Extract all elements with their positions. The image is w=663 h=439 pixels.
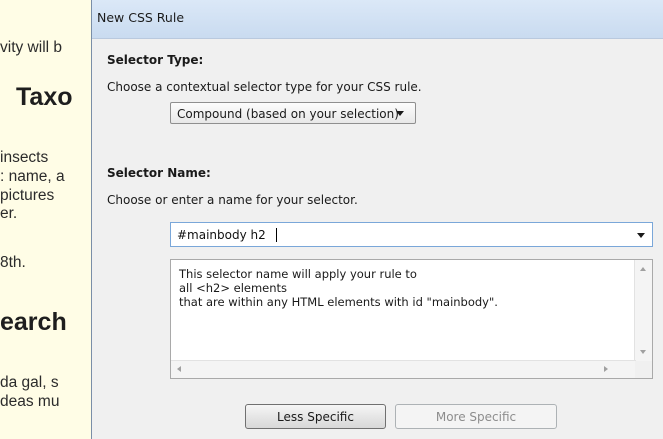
- dialog-titlebar[interactable]: New CSS Rule: [92, 0, 663, 39]
- background-page: vity will b Taxo insects : name, a pictu…: [0, 0, 92, 439]
- selector-name-description: Choose or enter a name for your selector…: [107, 193, 358, 207]
- new-css-rule-dialog: New CSS Rule Selector Type: Choose a con…: [91, 0, 663, 439]
- selector-type-value: Compound (based on your selection): [177, 107, 399, 121]
- scroll-down-arrow-icon[interactable]: [640, 350, 646, 354]
- selector-type-dropdown[interactable]: Compound (based on your selection): [170, 102, 416, 124]
- explanation-line: that are within any HTML elements with i…: [179, 295, 498, 309]
- horizontal-scrollbar[interactable]: [171, 360, 636, 378]
- dialog-title: New CSS Rule: [97, 10, 185, 25]
- explanation-line: This selector name will apply your rule …: [179, 267, 417, 281]
- scroll-left-arrow-icon[interactable]: [177, 366, 181, 372]
- background-text-line: er.: [0, 205, 18, 222]
- background-text-line: da gal, s: [0, 374, 59, 391]
- less-specific-button[interactable]: Less Specific: [245, 404, 386, 429]
- background-text-line: vity will b: [0, 39, 63, 56]
- selector-name-combobox[interactable]: [170, 222, 653, 247]
- background-heading: Taxo: [16, 83, 73, 111]
- selector-name-heading: Selector Name:: [107, 166, 211, 180]
- selector-explanation-box: This selector name will apply your rule …: [170, 259, 653, 379]
- background-text-line: insects: [0, 149, 49, 166]
- background-text-line: : name, a: [0, 168, 65, 185]
- scrollbar-corner: [635, 361, 652, 378]
- background-text-line: 8th.: [0, 254, 26, 271]
- background-text-line: pictures: [0, 187, 55, 204]
- background-heading: earch: [0, 308, 67, 336]
- selector-name-input[interactable]: [172, 224, 627, 245]
- chevron-down-icon[interactable]: [637, 233, 645, 238]
- background-text-line: deas mu: [0, 393, 60, 410]
- scroll-right-arrow-icon[interactable]: [604, 366, 608, 372]
- explanation-line: all <h2> elements: [179, 281, 288, 295]
- more-specific-button: More Specific: [395, 404, 557, 429]
- selector-type-description: Choose a contextual selector type for yo…: [107, 80, 422, 94]
- selector-type-heading: Selector Type:: [107, 53, 204, 67]
- text-caret: [276, 228, 277, 242]
- scroll-up-arrow-icon[interactable]: [640, 267, 646, 271]
- vertical-scrollbar[interactable]: [634, 260, 652, 362]
- chevron-down-icon: [396, 111, 404, 116]
